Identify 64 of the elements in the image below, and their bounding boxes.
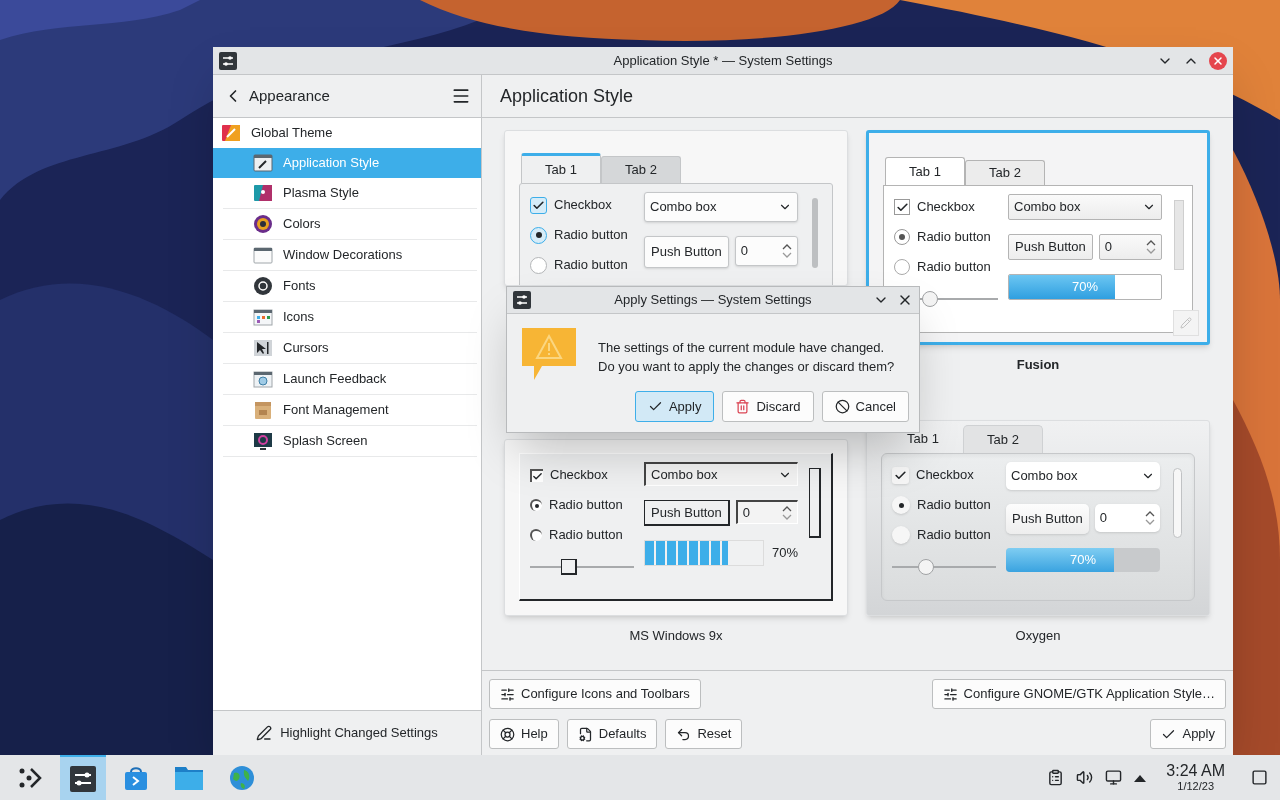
- combo-box[interactable]: Combo box: [1006, 462, 1160, 490]
- style-name: Oxygen: [1015, 627, 1061, 644]
- push-button[interactable]: Push Button: [644, 236, 729, 268]
- radio-label: Radio button: [554, 226, 628, 245]
- sidebar-item[interactable]: Launch Feedback: [213, 364, 481, 394]
- combo-box[interactable]: Combo box: [644, 462, 798, 486]
- style-name: Fusion: [1016, 356, 1060, 373]
- spin-box[interactable]: 0: [735, 500, 798, 524]
- footer-button[interactable]: Defaults: [566, 719, 658, 749]
- combo-box[interactable]: Combo box: [644, 192, 798, 222]
- tab[interactable]: Tab 2: [965, 160, 1045, 185]
- progress-reading: 70%: [1071, 278, 1099, 297]
- radio-label: Radio button: [917, 258, 991, 277]
- dialog-title: Apply Settings — System Settings: [613, 291, 813, 310]
- dialog-button[interactable]: Cancel: [821, 391, 909, 422]
- tab[interactable]: Tab 1: [885, 157, 965, 185]
- sidebar-item[interactable]: Window Decorations: [213, 240, 481, 270]
- footer-button[interactable]: Reset: [665, 719, 743, 749]
- style-preview-card[interactable]: Checkbox Radio button Radio button Combo box Push Button 0 70%: [504, 439, 848, 616]
- page-title: Application Style: [500, 84, 634, 108]
- radio-label: Radio button: [917, 526, 991, 545]
- tab[interactable]: Tab 2: [601, 156, 681, 183]
- push-button[interactable]: Push Button: [644, 500, 730, 526]
- checkbox-label: Checkbox: [550, 466, 608, 485]
- style-name: MS Windows 9x: [629, 627, 723, 644]
- spin-box[interactable]: 0: [1094, 504, 1160, 532]
- push-button[interactable]: Push Button: [1006, 504, 1089, 534]
- checkbox-label: Checkbox: [917, 198, 975, 217]
- configure-button[interactable]: Configure Icons and Toolbars: [489, 679, 701, 709]
- push-button[interactable]: Push Button: [1008, 234, 1093, 260]
- footer-button[interactable]: Help: [489, 719, 559, 749]
- apply-button[interactable]: Apply: [1150, 719, 1226, 749]
- radio-label: Radio button: [917, 228, 991, 247]
- sidebar-item[interactable]: Fonts: [213, 271, 481, 301]
- checkbox-label: Checkbox: [554, 196, 612, 215]
- sidebar-item[interactable]: Icons: [213, 302, 481, 332]
- clock-date: 1/12/23: [1177, 780, 1214, 793]
- combo-box[interactable]: Combo box: [1008, 194, 1162, 220]
- progress-reading: 70%: [771, 544, 798, 563]
- clock-time[interactable]: 3:24 AM: [1166, 762, 1225, 780]
- checkbox-label: Checkbox: [916, 466, 974, 485]
- dialog-button[interactable]: Apply: [634, 391, 715, 422]
- sidebar-item[interactable]: Splash Screen: [213, 426, 481, 456]
- sidebar-item[interactable]: Plasma Style: [213, 178, 481, 208]
- tab[interactable]: Tab 1: [521, 153, 601, 183]
- radio-label: Radio button: [549, 526, 623, 545]
- style-preview-card[interactable]: Tab 1 Tab 2 Checkbox Radio button Radio button Combo box Push Button 0: [504, 130, 848, 286]
- sidebar-item[interactable]: Font Management: [213, 395, 481, 425]
- sidebar-title: Appearance: [249, 85, 331, 106]
- tab[interactable]: Tab 2: [963, 425, 1043, 453]
- spin-box[interactable]: 0: [1098, 234, 1162, 260]
- sidebar-item[interactable]: Global Theme: [213, 118, 481, 148]
- progress-reading: 70%: [1069, 551, 1097, 570]
- tab[interactable]: Tab 1: [883, 425, 963, 453]
- spin-box[interactable]: 0: [734, 236, 798, 266]
- window-title: Application Style * — System Settings: [612, 51, 834, 70]
- sidebar-item[interactable]: Cursors: [213, 333, 481, 363]
- radio-label: Radio button: [917, 496, 991, 515]
- style-preview-card[interactable]: Tab 1 Tab 2 Checkbox Radio button Radio button Combo box Push Button 0 70%: [866, 420, 1210, 616]
- radio-label: Radio button: [549, 496, 623, 515]
- dialog-button[interactable]: Discard: [722, 391, 814, 422]
- configure-button[interactable]: Configure GNOME/GTK Application Style…: [931, 679, 1226, 709]
- radio-label: Radio button: [554, 256, 628, 275]
- sidebar-item[interactable]: Colors: [213, 209, 481, 239]
